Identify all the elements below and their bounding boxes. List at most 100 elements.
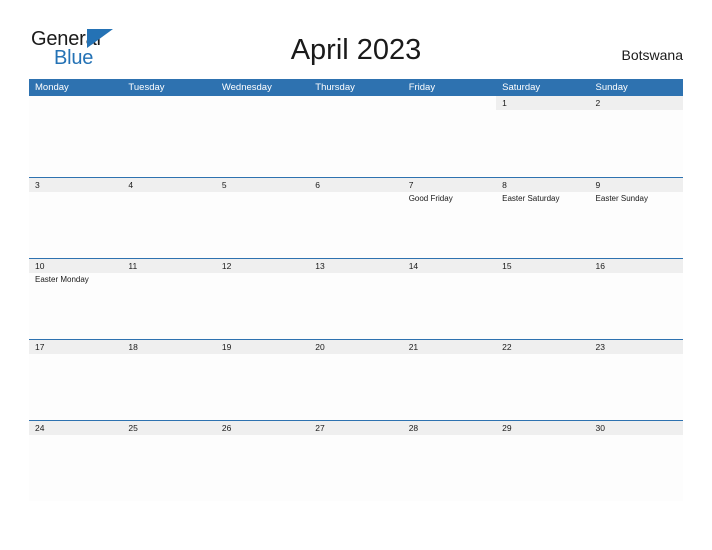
day-cell[interactable]: 17 — [29, 340, 123, 420]
day-number: 30 — [595, 423, 605, 433]
day-band — [122, 178, 216, 192]
day-number: 24 — [35, 423, 45, 433]
page-header: General Blue April 2023 Botswana — [0, 0, 712, 78]
day-number: 17 — [35, 342, 45, 352]
day-cell[interactable]: 6 — [309, 178, 403, 258]
day-cell[interactable]: 10 Easter Monday — [29, 259, 123, 339]
day-number: 11 — [128, 261, 138, 271]
day-number: 10 — [35, 261, 45, 271]
day-cell[interactable]: 28 — [402, 421, 497, 501]
day-band — [402, 178, 497, 192]
country-label: Botswana — [621, 47, 683, 63]
day-band — [29, 96, 123, 110]
day-cell[interactable]: 21 — [402, 340, 497, 420]
day-cell[interactable]: 16 — [589, 259, 683, 339]
day-number: 14 — [408, 261, 419, 271]
day-cell[interactable]: 8 Easter Saturday — [496, 178, 590, 258]
day-cell[interactable]: 5 — [215, 178, 310, 258]
weekday-header-tuesday: Tuesday — [128, 82, 165, 93]
day-cell[interactable]: 15 — [496, 259, 590, 339]
day-cell[interactable]: 26 — [215, 421, 310, 501]
day-number: 20 — [315, 342, 325, 352]
day-number: 23 — [595, 342, 605, 352]
day-cell[interactable] — [29, 96, 123, 176]
day-number: 8 — [502, 180, 507, 190]
day-number: 7 — [408, 180, 414, 190]
day-number: 15 — [502, 261, 512, 271]
day-number: 5 — [221, 180, 227, 190]
day-cell[interactable]: 7 Good Friday — [402, 178, 497, 258]
day-number: 18 — [128, 342, 138, 352]
calendar-week-row: 10 Easter Monday 11 12 13 14 15 16 — [29, 258, 683, 339]
day-cell[interactable]: 22 — [496, 340, 590, 420]
day-cell[interactable]: 3 — [29, 178, 123, 258]
week-cells: 1 2 — [29, 96, 683, 176]
day-band — [589, 178, 683, 192]
day-number: 27 — [315, 423, 325, 433]
day-number: 22 — [502, 342, 512, 352]
day-cell[interactable]: 4 — [122, 178, 216, 258]
day-number: 9 — [595, 180, 601, 190]
day-event: Easter Monday — [35, 275, 89, 284]
day-cell[interactable] — [215, 96, 310, 176]
day-band — [402, 96, 497, 110]
week-cells: 24 25 26 27 28 29 30 — [29, 421, 683, 501]
day-cell[interactable]: 11 — [122, 259, 216, 339]
day-event: Good Friday — [408, 194, 453, 203]
day-number: 19 — [221, 342, 232, 352]
day-cell[interactable]: 18 — [122, 340, 216, 420]
day-cell[interactable] — [122, 96, 216, 176]
day-number: 12 — [221, 261, 232, 271]
day-cell[interactable]: 30 — [589, 421, 683, 501]
day-number: 21 — [408, 342, 419, 352]
weekday-header-monday: Monday — [35, 82, 69, 93]
day-cell[interactable]: 14 — [402, 259, 497, 339]
day-cell[interactable]: 2 — [589, 96, 683, 176]
day-number: 25 — [128, 423, 138, 433]
day-number: 3 — [35, 180, 40, 190]
day-number: 28 — [408, 423, 419, 433]
day-cell[interactable]: 19 — [215, 340, 310, 420]
day-cell[interactable]: 25 — [122, 421, 216, 501]
day-band — [496, 96, 590, 110]
day-cell[interactable]: 27 — [309, 421, 403, 501]
day-number: 1 — [502, 98, 507, 108]
weekday-header-saturday: Saturday — [502, 82, 541, 93]
calendar-grid: Monday Tuesday Wednesday Thursday Friday… — [29, 79, 683, 501]
day-cell[interactable] — [402, 96, 497, 176]
day-cell[interactable]: 12 — [215, 259, 310, 339]
weekday-header-friday: Friday — [408, 82, 436, 93]
day-number: 2 — [595, 98, 601, 108]
day-number: 16 — [595, 261, 605, 271]
weekday-header-wednesday: Wednesday — [221, 82, 272, 93]
day-event: Easter Saturday — [502, 194, 560, 203]
day-cell[interactable]: 24 — [29, 421, 123, 501]
week-cells: 10 Easter Monday 11 12 13 14 15 16 — [29, 259, 683, 339]
day-cell[interactable]: 29 — [496, 421, 590, 501]
day-band — [29, 178, 123, 192]
day-cell[interactable]: 13 — [309, 259, 403, 339]
day-cell[interactable] — [309, 96, 403, 176]
day-band — [215, 178, 310, 192]
calendar-week-row: 1 2 — [29, 96, 683, 177]
day-number: 29 — [502, 423, 512, 433]
day-number: 13 — [315, 261, 325, 271]
calendar-week-row: 17 18 19 20 21 22 23 — [29, 339, 683, 420]
day-cell[interactable]: 20 — [309, 340, 403, 420]
day-cell[interactable]: 1 — [496, 96, 590, 176]
day-band — [309, 96, 403, 110]
day-band — [496, 178, 590, 192]
weekday-header-sunday: Sunday — [595, 82, 628, 93]
day-event: Easter Sunday — [595, 194, 649, 203]
day-cell[interactable]: 9 Easter Sunday — [589, 178, 683, 258]
calendar-page: General Blue April 2023 Botswana Monday … — [0, 0, 712, 550]
week-cells: 17 18 19 20 21 22 23 — [29, 340, 683, 420]
weekday-header-thursday: Thursday — [315, 82, 355, 93]
day-band — [215, 96, 310, 110]
calendar-week-row: 3 4 5 6 7 Good Friday 8 Easter Saturday … — [29, 177, 683, 258]
day-band — [309, 178, 403, 192]
day-number: 6 — [315, 180, 320, 190]
day-cell[interactable]: 23 — [589, 340, 683, 420]
page-title: April 2023 — [290, 34, 422, 66]
day-number: 26 — [221, 423, 232, 433]
